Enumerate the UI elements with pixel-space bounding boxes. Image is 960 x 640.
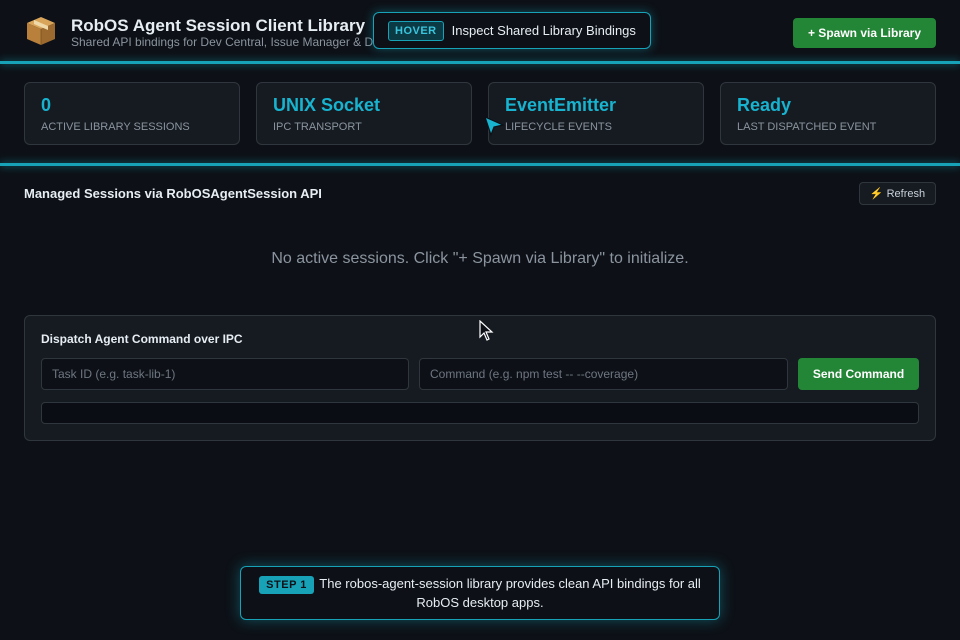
stat-label: Last Dispatched Event: [737, 121, 877, 133]
stat-label: Lifecycle Events: [505, 121, 612, 133]
stat-card-active-sessions: 0 Active Library Sessions: [24, 82, 240, 145]
page-subtitle: Shared API bindings for Dev Central, Iss…: [71, 35, 374, 49]
stat-value: EventEmitter: [505, 95, 617, 115]
stats-divider: [0, 163, 960, 166]
dispatch-title: Dispatch Agent Command over IPC: [41, 332, 243, 346]
task-id-input[interactable]: [41, 358, 409, 390]
hover-tooltip: HOVER Inspect Shared Library Bindings: [373, 12, 651, 49]
stat-card-last-event: Ready Last Dispatched Event: [720, 82, 936, 145]
hover-tooltip-text: Inspect Shared Library Bindings: [451, 23, 636, 38]
lightning-icon: ⚡: [869, 188, 884, 200]
spawn-via-library-button[interactable]: + Spawn via Library: [793, 18, 936, 48]
stat-value: 0: [41, 95, 52, 115]
package-icon: [27, 17, 55, 45]
sessions-section-title: Managed Sessions via RobOSAgentSession A…: [24, 186, 322, 201]
stat-card-ipc-transport: UNIX Socket IPC Transport: [256, 82, 472, 145]
step-tooltip: STEP 1 The robos-agent-session library p…: [240, 566, 720, 620]
stat-value: UNIX Socket: [273, 95, 381, 115]
stat-card-lifecycle-events: EventEmitter Lifecycle Events: [488, 82, 704, 145]
header-divider: [0, 61, 960, 64]
hover-badge: HOVER: [388, 20, 444, 41]
stat-value: Ready: [737, 95, 792, 115]
command-output: [41, 402, 919, 424]
command-input[interactable]: [419, 358, 788, 390]
dispatch-panel: Dispatch Agent Command over IPC Send Com…: [24, 315, 936, 441]
step-badge: STEP 1: [259, 576, 314, 594]
send-command-button[interactable]: Send Command: [798, 358, 919, 390]
empty-sessions-message: No active sessions. Click "+ Spawn via L…: [271, 250, 689, 267]
step-tooltip-text: The robos-agent-session library provides…: [319, 576, 701, 610]
stat-label: IPC Transport: [273, 121, 362, 133]
page-title: RobOS Agent Session Client Library: [71, 16, 366, 35]
stat-label: Active Library Sessions: [41, 121, 190, 133]
refresh-button[interactable]: ⚡ Refresh: [859, 182, 936, 205]
refresh-label: Refresh: [886, 187, 926, 200]
